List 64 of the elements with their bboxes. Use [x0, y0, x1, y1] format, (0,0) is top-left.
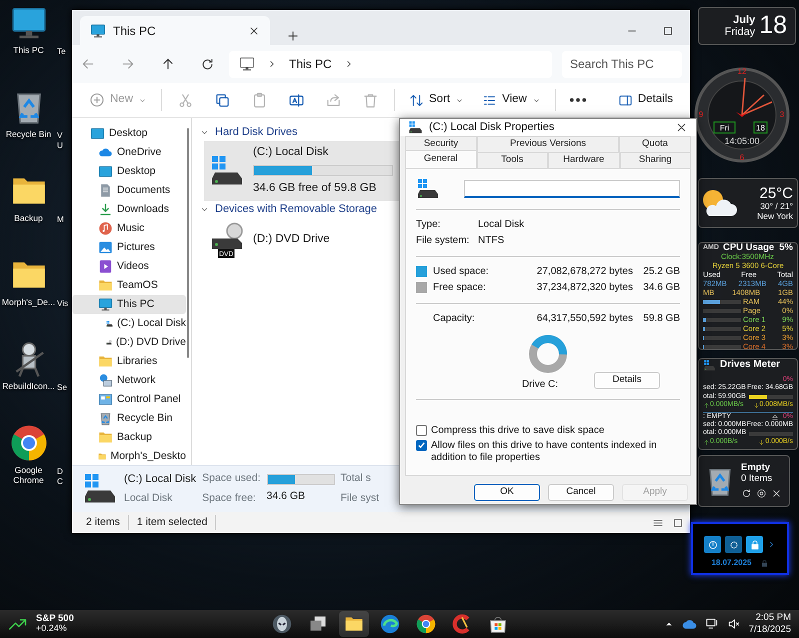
- desktop-icon-label: Backup: [14, 213, 43, 224]
- day-label: 18: [754, 122, 768, 134]
- field-label: Free space:: [433, 281, 487, 295]
- ticker-change: +0.24%: [36, 624, 68, 634]
- temperature: 25°C: [759, 184, 793, 202]
- weekday-label: Fri: [714, 122, 736, 134]
- desktop-icon-label: Recycle Bin: [6, 129, 52, 140]
- temperature-range: 30° / 21°: [760, 202, 793, 212]
- field-value: 27,082,678,272 bytes: [536, 265, 633, 279]
- status-text: 1 item selected: [128, 514, 216, 530]
- lock-date: 18.07.2025: [711, 557, 752, 569]
- field-label: Total s: [340, 471, 372, 486]
- drive-label: Drive C:: [520, 378, 560, 392]
- drive-name: (D:) DVD Drive: [253, 232, 330, 247]
- widget-title: CPU Usage: [722, 243, 774, 252]
- field-value: 34.6 GB: [266, 488, 306, 504]
- month-text: July: [733, 14, 756, 26]
- field-label: File syst: [340, 491, 380, 506]
- field-value: 37,234,872,320 bytes: [536, 281, 633, 295]
- clock-numeral: 6: [740, 153, 744, 162]
- desktop-icon-label: RebuildIcon...: [2, 381, 55, 392]
- drive-free-space: 34.6 GB free of 59.8 GB: [253, 181, 378, 196]
- field-value: 64,317,550,592 bytes: [536, 312, 633, 326]
- field-label: File system:: [416, 234, 470, 248]
- desktop-icon-label: Google Chrome: [12, 465, 45, 486]
- selected-item-type: Local Disk: [124, 491, 174, 506]
- field-label: Used space:: [433, 265, 490, 279]
- cpu-percent: 5%: [779, 243, 793, 252]
- day-number: 18: [759, 10, 787, 42]
- clock-time: 14:05:00: [724, 136, 760, 146]
- weekday-text: Friday: [724, 26, 756, 38]
- desktop-icon-label: U: [57, 141, 64, 152]
- desktop-icon-label: M: [57, 215, 65, 226]
- desktop-icon-label: Te: [57, 47, 67, 58]
- checkbox-label: Allow files on this drive to have contents indexed in addition to file properties: [431, 440, 658, 463]
- desktop-icon-label: Vis: [57, 299, 70, 310]
- field-label: Type:: [416, 218, 442, 232]
- drive-name: (C:) Local Disk: [253, 145, 330, 160]
- field-value: Local Disk: [478, 218, 524, 232]
- desktop-icon-label: C: [57, 477, 64, 488]
- widget-title: Drives Meter: [720, 361, 780, 370]
- clock-numeral: 3: [780, 110, 784, 120]
- field-label: Space free:: [202, 491, 257, 506]
- desktop-icon-label: V: [57, 131, 64, 142]
- desktop-icon-label: Se: [57, 383, 68, 394]
- bin-item-count: 0 Items: [741, 474, 774, 484]
- checkbox-label: Compress this drive to save disk space: [431, 424, 604, 436]
- status-text: 2 items: [78, 514, 129, 530]
- bin-status: Empty: [741, 463, 772, 474]
- field-label: Capacity:: [433, 312, 476, 326]
- clock-numeral: 12: [738, 67, 746, 76]
- dialog-title: (C:) Local Disk Properties: [429, 120, 556, 135]
- field-value: NTFS: [478, 234, 504, 248]
- desktop-icon-label: Morph's_De...: [2, 297, 56, 308]
- field-value: 34.6 GB: [642, 281, 680, 295]
- desktop-icon-label: This PC: [13, 45, 44, 56]
- ticker-name: S&P 500: [36, 614, 74, 624]
- field-value: 59.8 GB: [642, 312, 680, 326]
- selected-item-name: (C:) Local Disk: [124, 472, 196, 487]
- city-name: New York: [757, 212, 793, 222]
- field-value: 25.2 GB: [642, 265, 680, 279]
- desktop-icon-label: D: [57, 467, 64, 478]
- field-label: Space used:: [202, 471, 261, 486]
- clock-numeral: 9: [698, 110, 704, 120]
